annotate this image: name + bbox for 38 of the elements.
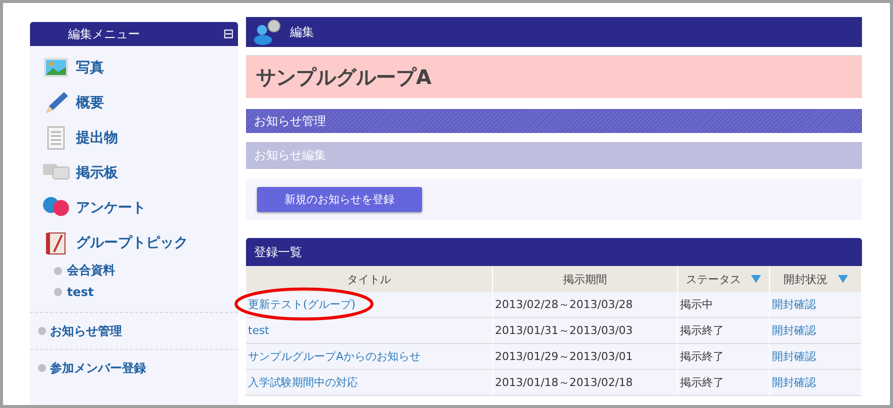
register-button[interactable]: 新規のお知らせを登録 (257, 187, 422, 212)
menu-link[interactable]: 参加メンバー登録 (50, 360, 146, 376)
users-gear-icon (252, 19, 282, 45)
bullet-icon (38, 364, 46, 372)
status-cell: 掲示中 (678, 292, 770, 318)
bullet-icon (54, 288, 62, 296)
section-title: お知らせ管理 (254, 112, 326, 130)
menu-item[interactable]: 概要 (76, 94, 104, 112)
column-header[interactable]: ステータス (678, 266, 770, 292)
menu-item[interactable]: 提出物 (76, 128, 118, 146)
subsection-title: お知らせ編集 (254, 147, 326, 164)
sort-icon[interactable] (751, 275, 761, 283)
header-title: 編集 (290, 24, 314, 40)
menu-item[interactable]: 写真 (76, 58, 104, 76)
menu-item[interactable]: グループトピック (76, 234, 188, 252)
bullet-icon (38, 327, 46, 335)
menu-link[interactable]: お知らせ管理 (50, 322, 122, 340)
menu-item[interactable]: 掲示板 (76, 164, 118, 182)
collapse-icon[interactable]: ⊟ (223, 28, 234, 40)
list-title: 登録一覧 (254, 244, 302, 260)
sort-icon[interactable] (838, 275, 848, 283)
sidebar-title: 編集メニュー (68, 26, 140, 42)
status-cell: 掲示終了 (678, 344, 770, 370)
column-header[interactable]: タイトル (246, 266, 493, 292)
bullet-icon (54, 266, 62, 274)
menu-item[interactable]: アンケート (76, 198, 146, 216)
column-header[interactable]: 開封状況 (770, 266, 862, 292)
status-cell: 掲示終了 (678, 370, 770, 396)
period-cell: 2013/02/28～2013/03/28 (493, 292, 678, 318)
column-header[interactable]: 掲示期間 (493, 266, 678, 292)
period-cell: 2013/01/31～2013/03/03 (493, 318, 678, 344)
submenu-item[interactable]: 会合資料 (67, 262, 115, 279)
group-name: サンプルグループA (256, 64, 432, 90)
status-cell: 掲示終了 (678, 318, 770, 344)
submenu-item[interactable]: test (67, 284, 94, 298)
notice-title-link[interactable]: test (248, 324, 270, 337)
period-cell: 2013/01/18～2013/02/18 (493, 370, 678, 396)
period-cell: 2013/01/29～2013/03/01 (493, 344, 678, 370)
